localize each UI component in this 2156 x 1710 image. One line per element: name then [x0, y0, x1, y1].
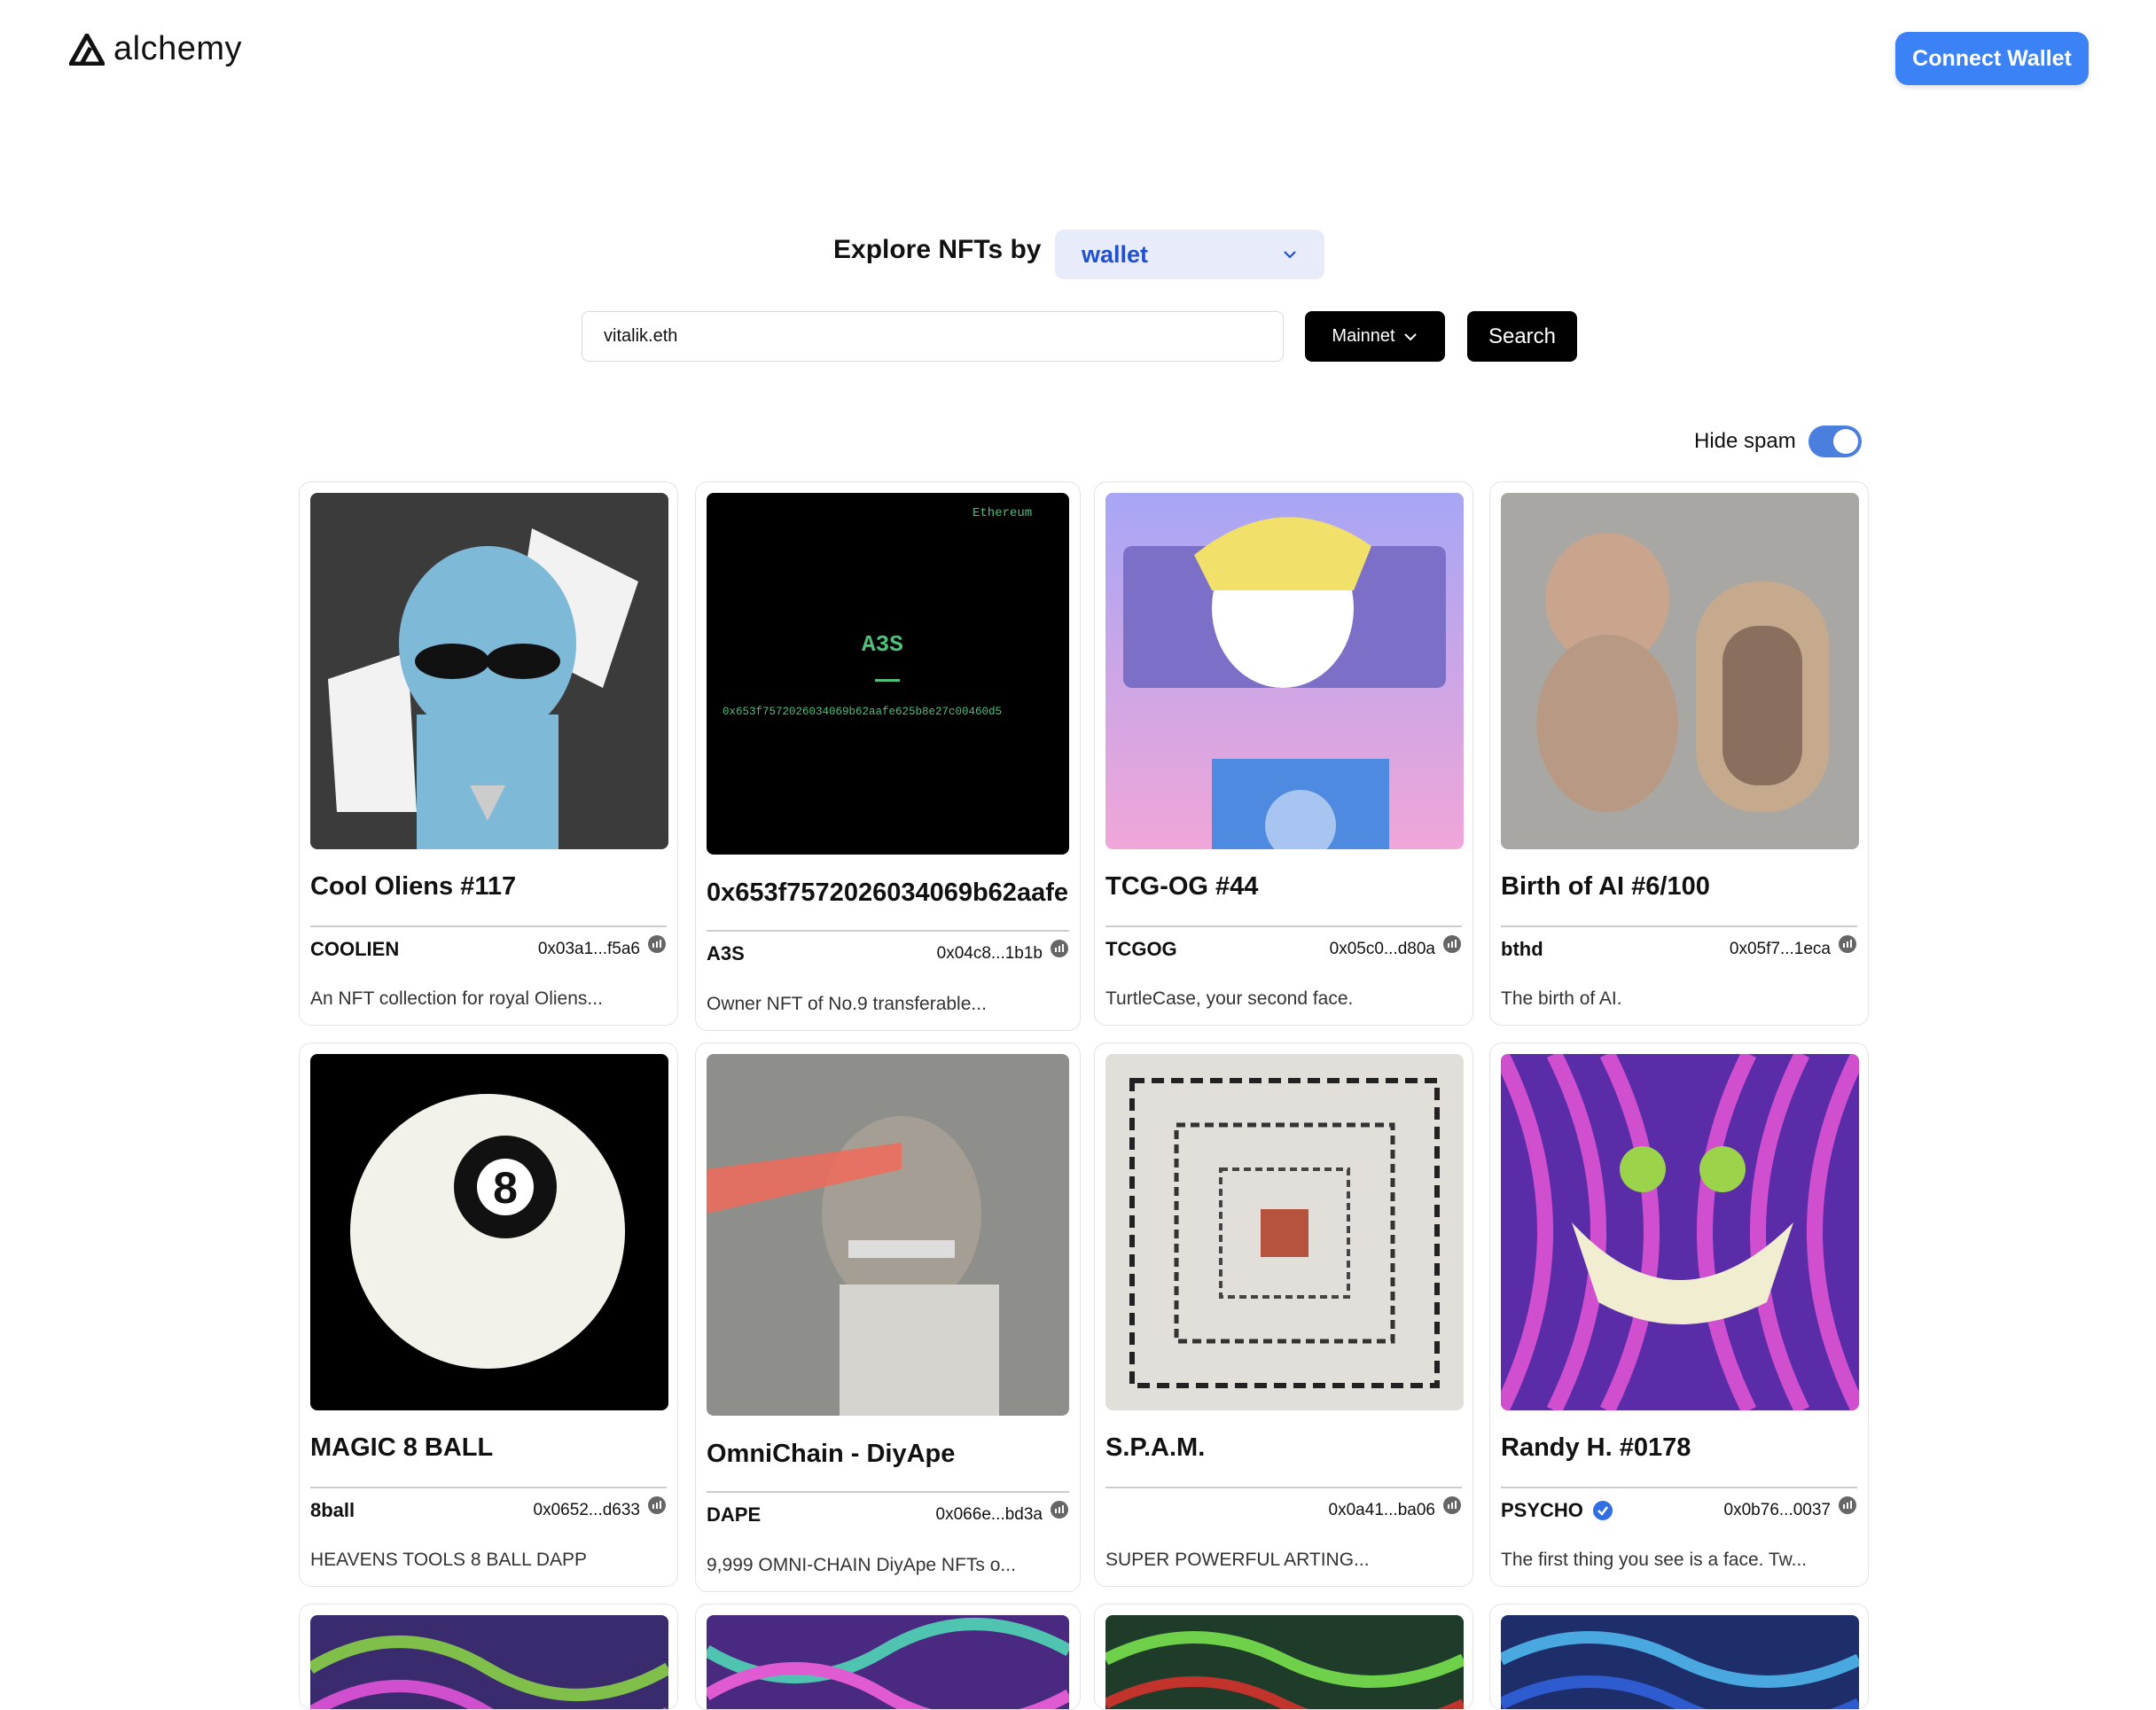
nft-card[interactable]: Birth of AI #6/100 bthd 0x05f7...1eca Th…	[1489, 481, 1869, 1026]
divider	[1501, 1487, 1857, 1488]
nft-symbol: A3S	[707, 942, 745, 964]
etherscan-icon[interactable]	[647, 1495, 667, 1515]
divider	[1501, 925, 1857, 927]
nft-image	[1105, 1615, 1464, 1709]
nft-symbol: bthd	[1501, 938, 1543, 960]
nft-image	[310, 493, 668, 849]
nft-contract-address[interactable]: 0x03a1...f5a6	[538, 940, 640, 959]
nft-contract-address[interactable]: 0x0a41...ba06	[1329, 1501, 1435, 1520]
divider	[1105, 925, 1462, 927]
nft-contract-address[interactable]: 0x0b76...0037	[1724, 1501, 1831, 1520]
nft-description: SUPER POWERFUL ARTING...	[1105, 1550, 1370, 1570]
hide-spam-toggle[interactable]	[1808, 426, 1862, 457]
verified-badge-icon	[1592, 1501, 1613, 1520]
nft-card[interactable]: Ethereum A3S 0x653f7572026034069b62aafe6…	[695, 481, 1081, 1031]
etherscan-icon[interactable]	[1442, 1495, 1462, 1515]
nft-contract-address[interactable]: 0x05f7...1eca	[1730, 940, 1831, 959]
nft-description: Owner NFT of No.9 transferable...	[707, 994, 987, 1014]
nft-contract-address[interactable]: 0x066e...bd3a	[936, 1505, 1043, 1525]
nft-title: OmniChain - DiyApe	[707, 1440, 956, 1468]
etherscan-icon[interactable]	[647, 934, 667, 954]
toggle-knob	[1833, 429, 1858, 454]
wallet-search-input[interactable]: vitalik.eth	[582, 311, 1284, 362]
nft-description: HEAVENS TOOLS 8 BALL DAPP	[310, 1550, 588, 1570]
nft-title: MAGIC 8 BALL	[310, 1433, 494, 1462]
hide-spam-label: Hide spam	[1694, 429, 1796, 453]
nft-image	[707, 1615, 1069, 1709]
nft-image	[707, 1054, 1069, 1416]
divider	[707, 1491, 1069, 1493]
connect-wallet-button[interactable]: Connect Wallet	[1895, 32, 2089, 85]
nft-title: Cool Oliens #117	[310, 872, 517, 901]
nft-title: 0x653f7572026034069b62aafe	[707, 878, 1068, 907]
nft-card[interactable]: TCG-OG #44 TCGOG 0x05c0...d80a TurtleCas…	[1094, 481, 1473, 1026]
nft-image	[1105, 493, 1464, 849]
nft-image	[1501, 1054, 1859, 1410]
nft-image: 8	[310, 1054, 668, 1410]
alchemy-logo[interactable]: alchemy	[69, 30, 242, 68]
nft-card[interactable]: Randy H. #0178 PSYCHO 0x0b76...0037 The …	[1489, 1042, 1869, 1587]
etherscan-icon[interactable]	[1050, 1500, 1069, 1519]
nft-symbol: DAPE	[707, 1503, 762, 1526]
nft-description: 9,999 OMNI-CHAIN DiyApe NFTs o...	[707, 1555, 1016, 1575]
divider	[310, 925, 667, 927]
nft-card[interactable]: S.P.A.M. 0x0a41...ba06 SUPER POWERFUL AR…	[1094, 1042, 1473, 1587]
svg-text:8: 8	[493, 1163, 518, 1213]
alchemy-logo-icon	[69, 33, 105, 66]
explore-label: Explore NFTs by	[833, 235, 1042, 264]
nft-image	[1501, 493, 1859, 849]
search-input-value: vitalik.eth	[604, 326, 678, 346]
nft-card[interactable]	[1489, 1604, 1869, 1710]
svg-text:A3S: A3S	[862, 631, 903, 658]
nft-symbol: COOLIEN	[310, 938, 400, 960]
chevron-down-icon	[1284, 251, 1296, 259]
nft-description: The birth of AI.	[1501, 988, 1622, 1009]
explore-mode-select[interactable]: wallet	[1055, 230, 1324, 279]
divider	[1105, 1487, 1462, 1488]
svg-text:0x653f7572026034069b62aafe625b: 0x653f7572026034069b62aafe625b8e27c00460…	[723, 706, 1002, 718]
svg-text:Ethereum: Ethereum	[973, 506, 1032, 520]
network-value: Mainnet	[1332, 326, 1395, 346]
search-button[interactable]: Search	[1467, 311, 1577, 362]
nft-title: S.P.A.M.	[1105, 1433, 1206, 1462]
network-dropdown[interactable]: Mainnet	[1305, 311, 1445, 362]
nft-image	[310, 1615, 668, 1709]
chevron-down-icon	[1403, 332, 1417, 340]
divider	[707, 930, 1069, 932]
nft-card[interactable]	[1094, 1604, 1473, 1710]
nft-image	[1501, 1615, 1859, 1709]
etherscan-icon[interactable]	[1838, 934, 1857, 954]
nft-image	[1105, 1054, 1464, 1410]
nft-card[interactable]	[299, 1604, 678, 1710]
nft-image: Ethereum A3S 0x653f7572026034069b62aafe6…	[707, 493, 1069, 855]
nft-contract-address[interactable]: 0x0652...d633	[534, 1501, 640, 1520]
nft-description: The first thing you see is a face. Tw...	[1501, 1550, 1808, 1570]
nft-symbol: TCGOG	[1105, 938, 1177, 960]
nft-card[interactable]: Cool Oliens #117 COOLIEN 0x03a1...f5a6 A…	[299, 481, 678, 1026]
nft-contract-address[interactable]: 0x04c8...1b1b	[937, 944, 1043, 964]
nft-description: An NFT collection for royal Oliens...	[310, 988, 603, 1009]
nft-title: TCG-OG #44	[1105, 872, 1259, 901]
logo-text: alchemy	[113, 30, 242, 67]
explore-mode-value: wallet	[1082, 240, 1149, 268]
nft-card[interactable]: 8 MAGIC 8 BALL 8ball 0x0652...d633 HEAVE…	[299, 1042, 678, 1587]
nft-title: Randy H. #0178	[1501, 1433, 1691, 1462]
nft-card[interactable]: OmniChain - DiyApe DAPE 0x066e...bd3a 9,…	[695, 1042, 1081, 1592]
etherscan-icon[interactable]	[1050, 939, 1069, 958]
etherscan-icon[interactable]	[1838, 1495, 1857, 1515]
nft-symbol: 8ball	[310, 1499, 355, 1521]
nft-card[interactable]	[695, 1604, 1081, 1710]
nft-title: Birth of AI #6/100	[1501, 872, 1710, 901]
divider	[310, 1487, 667, 1488]
nft-symbol: PSYCHO	[1501, 1499, 1613, 1522]
nft-contract-address[interactable]: 0x05c0...d80a	[1330, 940, 1435, 959]
nft-description: TurtleCase, your second face.	[1105, 988, 1354, 1009]
etherscan-icon[interactable]	[1442, 934, 1462, 954]
